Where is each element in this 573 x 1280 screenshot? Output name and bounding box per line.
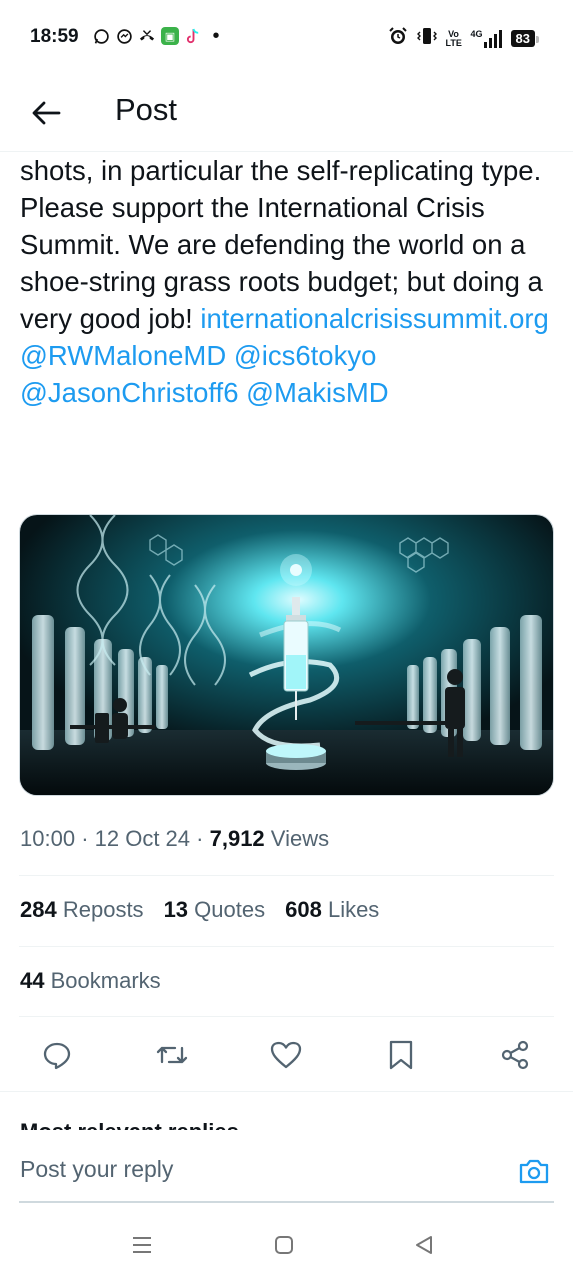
reposts-stat[interactable]: 284 Reposts bbox=[20, 897, 144, 923]
views-label: Views bbox=[270, 826, 330, 851]
app-notification-icon: ▣ bbox=[161, 27, 179, 45]
share-icon bbox=[501, 1040, 529, 1070]
top-app-bar: Post bbox=[0, 76, 573, 152]
camera-icon bbox=[519, 1159, 549, 1184]
repost-icon bbox=[156, 1046, 188, 1064]
divider bbox=[19, 946, 554, 947]
volte-indicator: Vo LTE bbox=[445, 28, 462, 48]
divider bbox=[19, 875, 554, 876]
alarm-icon bbox=[388, 26, 408, 51]
tiktok-icon bbox=[184, 27, 202, 45]
heart-icon bbox=[270, 1041, 302, 1069]
post-media-image[interactable] bbox=[19, 514, 554, 796]
engagement-stats: 284 Reposts 13 Quotes 608 Likes bbox=[20, 897, 379, 923]
battery-indicator: 83 bbox=[510, 30, 540, 47]
quotes-label: Quotes bbox=[194, 897, 266, 922]
replies-sort-label: Most relevant replies bbox=[20, 1119, 239, 1130]
likes-count: 608 bbox=[285, 897, 322, 922]
whatsapp-icon bbox=[92, 27, 110, 45]
page-title: Post bbox=[115, 92, 178, 127]
camera-button[interactable] bbox=[517, 1154, 551, 1188]
lab-syringe-illustration bbox=[20, 515, 553, 795]
network-type-label: 4G bbox=[470, 28, 483, 39]
post-time: 10:00 bbox=[20, 826, 76, 851]
post-link[interactable]: internationalcrisissummit.org bbox=[200, 303, 548, 334]
repost-button[interactable] bbox=[155, 1038, 189, 1072]
mention-link[interactable]: @RWMaloneMD bbox=[20, 340, 226, 371]
reply-icon bbox=[43, 1042, 71, 1070]
bookmarks-stat[interactable]: 44 Bookmarks bbox=[20, 968, 161, 994]
signal-bars-icon bbox=[483, 29, 502, 48]
recent-apps-button[interactable] bbox=[130, 1233, 154, 1257]
back-triangle-icon bbox=[416, 1236, 432, 1254]
bookmark-icon bbox=[389, 1040, 413, 1070]
post-date: 12 Oct 24 bbox=[94, 826, 191, 851]
bookmark-button[interactable] bbox=[384, 1038, 418, 1072]
quotes-count: 13 bbox=[163, 897, 189, 922]
system-navigation-bar bbox=[0, 1205, 573, 1280]
views-count: 7,912 bbox=[209, 826, 265, 851]
quotes-stat[interactable]: 13 Quotes bbox=[164, 897, 266, 923]
status-time: 18:59 bbox=[30, 26, 79, 47]
post-body-text: shots, in particular the self-replicatin… bbox=[20, 152, 555, 411]
share-button[interactable] bbox=[498, 1038, 532, 1072]
vibrate-icon bbox=[416, 26, 437, 51]
chevron-down-icon: ⌄ bbox=[245, 1119, 263, 1130]
more-notifications-dot-icon: • bbox=[212, 24, 220, 47]
arrow-left-icon bbox=[32, 101, 61, 125]
signal-indicator: 4G bbox=[470, 28, 502, 48]
back-button[interactable] bbox=[26, 93, 66, 133]
menu-lines-icon bbox=[133, 1237, 151, 1253]
home-square-icon bbox=[275, 1236, 293, 1254]
separator-dot: · bbox=[196, 826, 204, 851]
missed-call-icon bbox=[138, 27, 156, 45]
likes-label: Likes bbox=[327, 897, 380, 922]
system-icons: Vo LTE 4G 83 bbox=[388, 26, 540, 51]
home-button[interactable] bbox=[272, 1233, 296, 1257]
mention-link[interactable]: @MakisMD bbox=[246, 377, 389, 408]
mention-link[interactable]: @ics6tokyo bbox=[234, 340, 377, 371]
reposts-count: 284 bbox=[20, 897, 57, 922]
status-bar: 18:59 ▣ • Vo LTE 4G 83 bbox=[0, 0, 573, 76]
post-action-bar bbox=[0, 1018, 573, 1092]
bookmarks-label: Bookmarks bbox=[50, 968, 161, 993]
bookmarks-count: 44 bbox=[20, 968, 45, 993]
divider bbox=[19, 1016, 554, 1017]
separator-dot: · bbox=[81, 826, 89, 851]
reply-button[interactable] bbox=[40, 1038, 74, 1072]
likes-stat[interactable]: 608 Likes bbox=[285, 897, 379, 923]
post-timestamp-views: 10:00 · 12 Oct 24 · 7,912 Views bbox=[20, 826, 329, 852]
notification-icons: ▣ • bbox=[92, 24, 225, 47]
like-button[interactable] bbox=[269, 1038, 303, 1072]
reply-divider bbox=[19, 1201, 554, 1203]
back-nav-button[interactable] bbox=[412, 1233, 436, 1257]
reply-composer: Post your reply bbox=[0, 1130, 573, 1202]
replies-sort-toggle[interactable]: Most relevant replies ⌄ bbox=[20, 1116, 263, 1130]
reposts-label: Reposts bbox=[62, 897, 144, 922]
reply-input[interactable]: Post your reply bbox=[20, 1156, 173, 1183]
messenger-icon bbox=[115, 27, 133, 45]
mention-link[interactable]: @JasonChristoff6 bbox=[20, 377, 238, 408]
